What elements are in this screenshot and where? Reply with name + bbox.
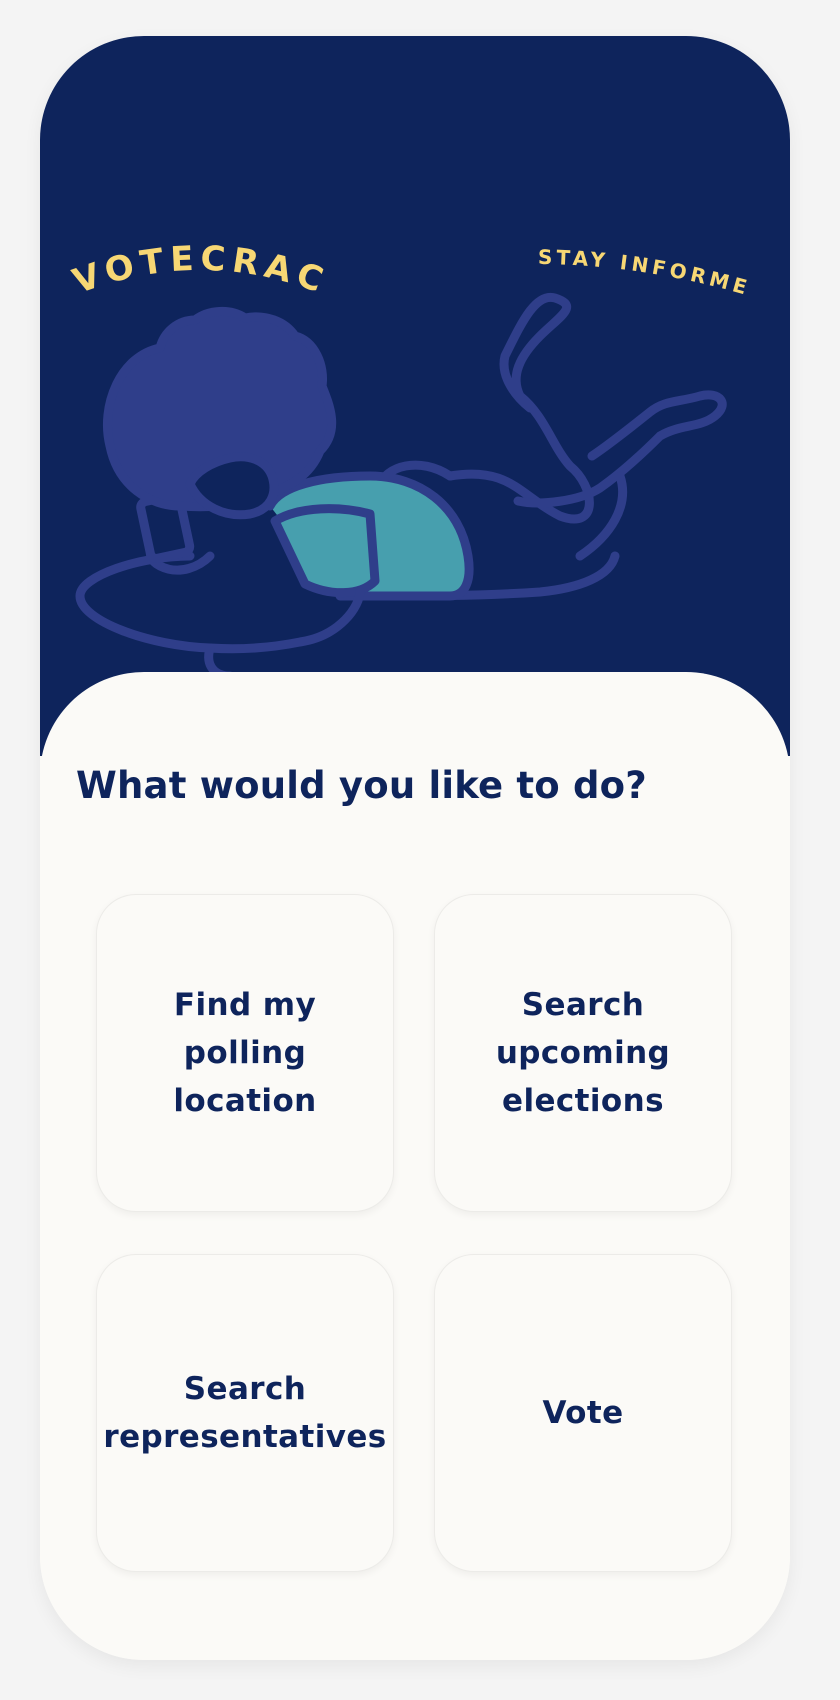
page-title: What would you like to do?: [76, 764, 647, 807]
hero-art: VOTECRACY STAY INFORMED.: [40, 36, 749, 681]
person-lying-reading-phone-illustration: [75, 292, 727, 681]
vote-label: Vote: [542, 1395, 624, 1431]
find-polling-location-label: Find my polling location: [173, 987, 317, 1119]
find-polling-location-button[interactable]: Find my polling location: [96, 894, 394, 1212]
brand-wordmark-text: VOTECRACY: [40, 36, 328, 303]
vote-button[interactable]: Vote: [434, 1254, 732, 1572]
search-representatives-button[interactable]: Search representatives: [96, 1254, 394, 1572]
hero-banner: VOTECRACY STAY INFORMED.: [40, 36, 790, 756]
brand-wordmark: VOTECRACY: [40, 36, 334, 303]
action-grid: Find my polling location Search upcoming…: [96, 894, 738, 1572]
actions-panel: What would you like to do? Find my polli…: [40, 672, 790, 1660]
search-representatives-label: Search representatives: [103, 1371, 387, 1455]
search-upcoming-elections-button[interactable]: Search upcoming elections: [434, 894, 732, 1212]
app-screen: VOTECRACY STAY INFORMED.: [40, 36, 790, 1660]
search-upcoming-elections-label: Search upcoming elections: [495, 987, 671, 1119]
